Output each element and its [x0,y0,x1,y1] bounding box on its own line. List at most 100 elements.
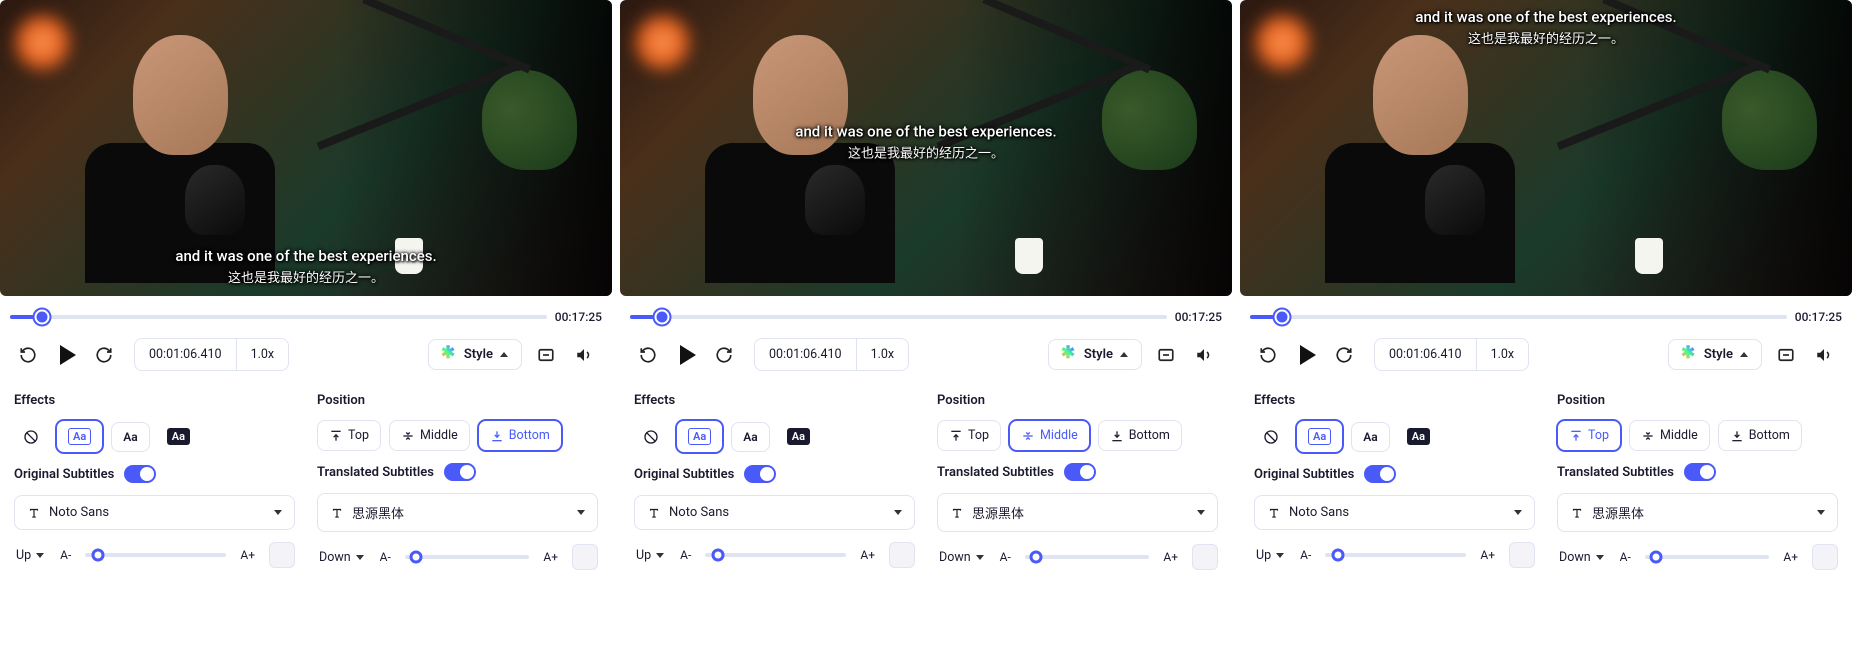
original-size-slider[interactable] [1325,553,1466,557]
slider-knob[interactable] [91,549,104,562]
original-offset-select[interactable]: Up [1254,544,1286,567]
translated-size-increase[interactable]: A+ [1159,548,1182,566]
position-top-button[interactable]: Top [317,420,381,451]
effect-plain-button[interactable]: Aa [1351,422,1389,452]
style-dropdown[interactable]: Style [1668,339,1762,370]
play-button[interactable] [52,341,80,369]
video-preview[interactable]: and it was one of the best experiences.这… [0,0,612,296]
effect-none-button[interactable] [634,422,668,452]
seek-bar[interactable] [630,315,1167,319]
forward-button[interactable] [710,341,738,369]
speed-button[interactable]: 1.0x [1477,339,1529,370]
translated-color-swatch[interactable] [572,544,598,570]
effect-plain-button[interactable]: Aa [111,422,149,452]
translated-size-slider[interactable] [1025,555,1150,559]
translated-font-select[interactable]: 思源黑体 [317,493,598,532]
original-size-increase[interactable]: A+ [856,546,879,564]
seek-bar[interactable] [10,315,547,319]
speed-button[interactable]: 1.0x [237,339,289,370]
volume-button[interactable] [570,341,598,369]
translated-color-swatch[interactable] [1812,544,1838,570]
slider-knob[interactable] [1650,551,1663,564]
position-top-button[interactable]: Top [937,420,1001,451]
speed-button[interactable]: 1.0x [857,339,909,370]
rewind-button[interactable] [1254,341,1282,369]
volume-button[interactable] [1190,341,1218,369]
original-size-decrease[interactable]: A- [676,546,695,564]
original-subtitles-toggle[interactable] [124,465,156,483]
video-preview[interactable]: and it was one of the best experiences.这… [620,0,1232,296]
current-time[interactable]: 00:01:06.410 [1375,339,1477,370]
original-font-select[interactable]: Noto Sans [14,495,295,530]
original-color-swatch[interactable] [269,542,295,568]
play-button[interactable] [672,341,700,369]
position-bottom-button[interactable]: Bottom [1718,420,1802,451]
translated-size-increase[interactable]: A+ [1779,548,1802,566]
current-time[interactable]: 00:01:06.410 [755,339,857,370]
slider-knob[interactable] [1331,549,1344,562]
original-color-swatch[interactable] [1509,542,1535,568]
original-offset-select[interactable]: Up [634,544,666,567]
effect-background-button[interactable]: Aa [1398,421,1439,452]
original-subtitles-toggle[interactable] [744,465,776,483]
translated-size-decrease[interactable]: A- [1616,548,1635,566]
rewind-button[interactable] [14,341,42,369]
original-size-decrease[interactable]: A- [1296,546,1315,564]
seek-knob[interactable] [35,310,50,325]
translated-size-slider[interactable] [405,555,530,559]
translated-size-increase[interactable]: A+ [539,548,562,566]
position-middle-button[interactable]: Middle [389,420,470,451]
original-font-select[interactable]: Noto Sans [634,495,915,530]
translated-font-select[interactable]: 思源黑体 [937,493,1218,532]
original-size-decrease[interactable]: A- [56,546,75,564]
original-offset-select[interactable]: Up [14,544,46,567]
position-bottom-button[interactable]: Bottom [1098,420,1182,451]
style-dropdown[interactable]: Style [1048,339,1142,370]
translated-offset-select[interactable]: Down [1557,546,1606,569]
effect-outline-button[interactable]: Aa [676,420,723,453]
video-preview[interactable]: and it was one of the best experiences.这… [1240,0,1852,296]
position-bottom-button[interactable]: Bottom [478,420,562,451]
translated-size-slider[interactable] [1645,555,1770,559]
seek-knob[interactable] [655,310,670,325]
position-middle-button[interactable]: Middle [1629,420,1710,451]
position-top-button[interactable]: Top [1557,420,1621,451]
original-size-slider[interactable] [705,553,846,557]
slider-knob[interactable] [410,551,423,564]
forward-button[interactable] [90,341,118,369]
seek-knob[interactable] [1275,310,1290,325]
effect-outline-button[interactable]: Aa [56,420,103,453]
style-dropdown[interactable]: Style [428,339,522,370]
translated-subtitles-toggle[interactable] [444,463,476,481]
effect-none-button[interactable] [1254,422,1288,452]
fullscreen-button[interactable] [1152,341,1180,369]
translated-color-swatch[interactable] [1192,544,1218,570]
effect-background-button[interactable]: Aa [158,421,199,452]
original-size-slider[interactable] [85,553,226,557]
rewind-button[interactable] [634,341,662,369]
translated-offset-select[interactable]: Down [317,546,366,569]
current-time[interactable]: 00:01:06.410 [135,339,237,370]
translated-font-select[interactable]: 思源黑体 [1557,493,1838,532]
translated-size-decrease[interactable]: A- [996,548,1015,566]
play-button[interactable] [1292,341,1320,369]
original-size-increase[interactable]: A+ [236,546,259,564]
fullscreen-button[interactable] [532,341,560,369]
slider-knob[interactable] [711,549,724,562]
fullscreen-button[interactable] [1772,341,1800,369]
seek-bar[interactable] [1250,315,1787,319]
original-subtitles-toggle[interactable] [1364,465,1396,483]
original-size-increase[interactable]: A+ [1476,546,1499,564]
translated-size-decrease[interactable]: A- [376,548,395,566]
effect-background-button[interactable]: Aa [778,421,819,452]
effect-none-button[interactable] [14,422,48,452]
translated-subtitles-toggle[interactable] [1684,463,1716,481]
volume-button[interactable] [1810,341,1838,369]
original-font-select[interactable]: Noto Sans [1254,495,1535,530]
forward-button[interactable] [1330,341,1358,369]
translated-offset-select[interactable]: Down [937,546,986,569]
original-color-swatch[interactable] [889,542,915,568]
slider-knob[interactable] [1030,551,1043,564]
translated-subtitles-toggle[interactable] [1064,463,1096,481]
effect-plain-button[interactable]: Aa [731,422,769,452]
